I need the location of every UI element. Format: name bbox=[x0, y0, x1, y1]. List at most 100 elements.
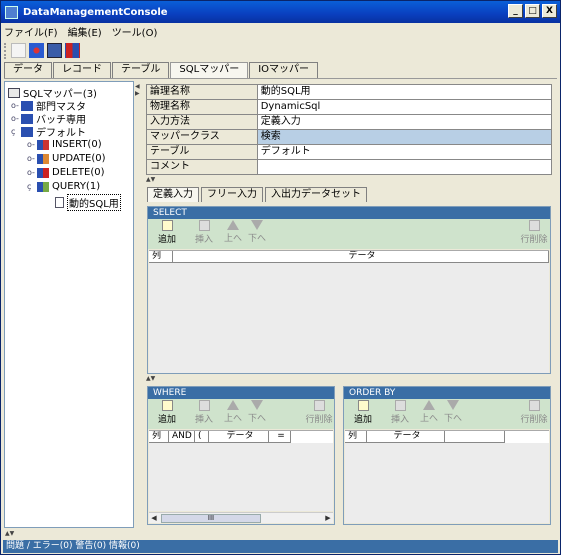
prop-key: 物理名称 bbox=[147, 100, 258, 115]
select-toolbar: 追加 挿入 上へ 下へ 行削除 bbox=[148, 219, 550, 249]
move-down-button[interactable]: 下へ bbox=[246, 220, 268, 244]
horizontal-splitter[interactable]: ▲▼ bbox=[146, 375, 155, 382]
insert-button[interactable]: 挿入 bbox=[190, 220, 218, 245]
tree-leaf-dynamic-sql[interactable]: 動的SQL用 bbox=[55, 194, 121, 211]
move-down-button[interactable]: 下へ bbox=[442, 400, 464, 424]
insert-button[interactable]: 挿入 bbox=[190, 400, 218, 425]
delete-row-button[interactable]: 行削除 bbox=[518, 220, 550, 245]
column-header-empty[interactable] bbox=[445, 431, 505, 443]
tab-io-dataset[interactable]: 入出力データセット bbox=[265, 187, 367, 202]
new-document-icon[interactable] bbox=[11, 43, 26, 58]
add-button[interactable]: 追加 bbox=[350, 400, 376, 425]
connect-icon[interactable] bbox=[29, 43, 44, 58]
app-window: DataManagementConsole _ □ X ファイル(F) 編集(E… bbox=[0, 0, 561, 555]
prop-value[interactable] bbox=[257, 160, 552, 175]
app-icon bbox=[5, 5, 18, 19]
arrow-up-icon bbox=[423, 400, 435, 410]
horizontal-splitter[interactable]: ▲▼ bbox=[146, 176, 155, 183]
tab-table[interactable]: テーブル bbox=[112, 62, 170, 78]
move-down-button[interactable]: 下へ bbox=[246, 400, 268, 424]
tab-data[interactable]: データ bbox=[4, 62, 52, 78]
document-icon bbox=[55, 197, 64, 208]
expand-handle-icon[interactable]: o- bbox=[11, 101, 19, 110]
tree-query-label: INSERT(0) bbox=[52, 139, 102, 150]
where-horizontal-scrollbar[interactable]: ◀ III ▶ bbox=[149, 512, 333, 523]
column-header[interactable]: データ bbox=[209, 431, 269, 443]
tab-io-mapper[interactable]: IOマッパー bbox=[249, 62, 319, 78]
prop-key: コメント bbox=[147, 160, 258, 175]
window-title: DataManagementConsole bbox=[23, 6, 168, 18]
trash-icon bbox=[313, 400, 325, 411]
expand-handle-icon[interactable]: o- bbox=[27, 168, 35, 177]
bottom-splitter[interactable]: ▲▼ bbox=[5, 530, 14, 537]
menu-file[interactable]: ファイル(F) bbox=[4, 24, 58, 39]
expand-handle-icon[interactable]: o- bbox=[27, 140, 35, 149]
move-up-button[interactable]: 上へ bbox=[222, 220, 244, 244]
orderby-toolbar: 追加 挿入 上へ 下へ 行削除 bbox=[344, 399, 550, 429]
save-icon[interactable] bbox=[47, 43, 62, 58]
maximize-button[interactable]: □ bbox=[525, 4, 540, 18]
prop-value[interactable]: DynamicSql bbox=[257, 100, 552, 115]
column-header[interactable]: データ bbox=[367, 431, 445, 443]
table-icon bbox=[21, 100, 33, 111]
delete-icon bbox=[37, 167, 49, 178]
menu-tools[interactable]: ツール(O) bbox=[112, 24, 158, 39]
menu-edit[interactable]: 編集(E) bbox=[68, 24, 102, 39]
tree-query-delete[interactable]: o- DELETE(0) bbox=[27, 167, 105, 178]
tab-definition-input[interactable]: 定義入力 bbox=[147, 187, 199, 202]
folder-icon bbox=[8, 87, 20, 98]
tree-query-label: DELETE(0) bbox=[52, 167, 105, 178]
update-icon bbox=[37, 153, 49, 164]
where-grid: 列 AND ( データ = bbox=[149, 430, 333, 511]
collapse-handle-icon[interactable]: ç bbox=[27, 182, 35, 191]
column-header[interactable]: AND bbox=[169, 431, 195, 443]
insert-button[interactable]: 挿入 bbox=[386, 400, 414, 425]
prop-value[interactable]: 定義入力 bbox=[257, 115, 552, 130]
prop-value[interactable]: デフォルト bbox=[257, 145, 552, 160]
tree-query-update[interactable]: o- UPDATE(0) bbox=[27, 153, 106, 164]
column-header[interactable]: = bbox=[269, 431, 291, 443]
prop-row: マッパークラス 検索 bbox=[147, 130, 552, 145]
insert-icon bbox=[198, 220, 210, 231]
collapse-handle-icon[interactable]: ç bbox=[11, 127, 19, 136]
prop-key: 入力方法 bbox=[147, 115, 258, 130]
scroll-left-icon[interactable]: ◀ bbox=[149, 513, 159, 523]
move-up-button[interactable]: 上へ bbox=[418, 400, 440, 424]
mapper-tree: SQLマッパー(3) o- 部門マスタ o- バッチ専用 ç デフォルト o- … bbox=[4, 81, 134, 528]
scroll-right-icon[interactable]: ▶ bbox=[323, 513, 333, 523]
column-header[interactable]: データ bbox=[173, 251, 549, 263]
tree-item-default[interactable]: ç デフォルト bbox=[11, 124, 86, 139]
move-up-button[interactable]: 上へ bbox=[222, 400, 244, 424]
where-header: WHERE bbox=[148, 387, 334, 399]
delete-row-button[interactable]: 行削除 bbox=[518, 400, 550, 425]
column-header[interactable]: ( bbox=[195, 431, 209, 443]
toolbar bbox=[1, 40, 560, 61]
column-header[interactable]: 列 bbox=[345, 431, 367, 443]
arrow-up-icon bbox=[227, 400, 239, 410]
vertical-splitter[interactable]: ◀ ▶ bbox=[135, 81, 143, 528]
tree-query-query[interactable]: ç QUERY(1) bbox=[27, 181, 100, 192]
prop-value[interactable]: 動的SQL用 bbox=[257, 85, 552, 100]
scroll-thumb[interactable]: III bbox=[161, 513, 261, 523]
new-row-icon bbox=[161, 400, 173, 411]
tab-free-input[interactable]: フリー入力 bbox=[201, 187, 263, 202]
tab-record[interactable]: レコード bbox=[53, 62, 111, 78]
tab-sql-mapper[interactable]: SQLマッパー bbox=[170, 62, 249, 78]
close-button[interactable]: X bbox=[542, 4, 557, 18]
where-toolbar: 追加 挿入 上へ 下へ 行削除 bbox=[148, 399, 334, 429]
add-button[interactable]: 追加 bbox=[154, 220, 180, 245]
minimize-button[interactable]: _ bbox=[508, 4, 523, 18]
insert-icon bbox=[37, 139, 49, 150]
book-icon[interactable] bbox=[65, 43, 80, 58]
delete-row-button[interactable]: 行削除 bbox=[304, 400, 334, 425]
column-header[interactable]: 列 bbox=[149, 251, 173, 263]
add-button[interactable]: 追加 bbox=[154, 400, 180, 425]
arrow-down-icon bbox=[251, 400, 263, 410]
prop-value-selected[interactable]: 検索 bbox=[257, 130, 552, 145]
toolbar-grip[interactable] bbox=[4, 42, 8, 59]
column-header[interactable]: 列 bbox=[149, 431, 169, 443]
expand-handle-icon[interactable]: o- bbox=[11, 114, 19, 123]
prop-row: 入力方法 定義入力 bbox=[147, 115, 552, 130]
tree-query-insert[interactable]: o- INSERT(0) bbox=[27, 139, 102, 150]
expand-handle-icon[interactable]: o- bbox=[27, 154, 35, 163]
